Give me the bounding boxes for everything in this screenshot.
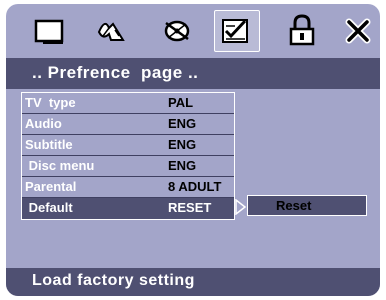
page-title-bar: .. Prefrence page .. [6,58,380,89]
menu-item-label: Disc menu [25,158,95,173]
page-title: .. Prefrence page .. [32,63,199,82]
tab-password-setup[interactable] [279,10,325,52]
menu-item-label: Parental [25,179,77,194]
preference-menu: TV type PAL Audio ENG Subtitle ENG Disc … [21,92,235,220]
status-text: Load factory setting [32,272,195,289]
lock-icon [289,14,315,46]
menu-item-audio[interactable]: Audio ENG [22,114,234,135]
menu-item-value: ENG [168,137,197,152]
tab-audio-setup[interactable] [89,10,135,52]
setup-tab-bar [6,4,380,58]
tab-general-setup[interactable] [26,10,72,52]
menu-item-label: Subtitle [25,137,73,152]
status-bar: Load factory setting [6,268,380,296]
menu-item-subtitle[interactable]: Subtitle ENG [22,135,234,156]
submenu-arrow-icon [235,199,247,215]
menu-item-default[interactable]: Default RESET [22,198,234,219]
menu-item-value: ENG [168,116,197,131]
tab-preference-setup[interactable] [214,10,260,52]
tab-video-setup[interactable] [154,10,200,52]
menu-item-value: RESET [168,200,212,215]
menu-item-label: TV type [25,95,76,110]
menu-item-value: 8 ADULT [168,179,222,194]
close-icon [345,18,371,44]
setup-menu-screen: .. Prefrence page .. TV type PAL Audio E… [6,4,380,296]
menu-item-tv-type[interactable]: TV type PAL [22,93,234,114]
submenu-option-label: Reset [276,198,312,213]
menu-item-label: Default [25,200,73,215]
menu-item-value: PAL [168,95,194,110]
menu-item-parental[interactable]: Parental 8 ADULT [22,177,234,198]
preference-checklist-icon [222,19,248,43]
submenu-option-reset[interactable]: Reset [247,195,367,216]
menu-item-disc-menu[interactable]: Disc menu ENG [22,156,234,177]
menu-item-value: ENG [168,158,197,173]
tab-exit-setup[interactable] [336,10,380,52]
menu-item-label: Audio [25,116,62,131]
video-disc-icon [164,20,190,42]
audio-speaker-icon [97,22,125,41]
tv-icon [34,19,64,44]
